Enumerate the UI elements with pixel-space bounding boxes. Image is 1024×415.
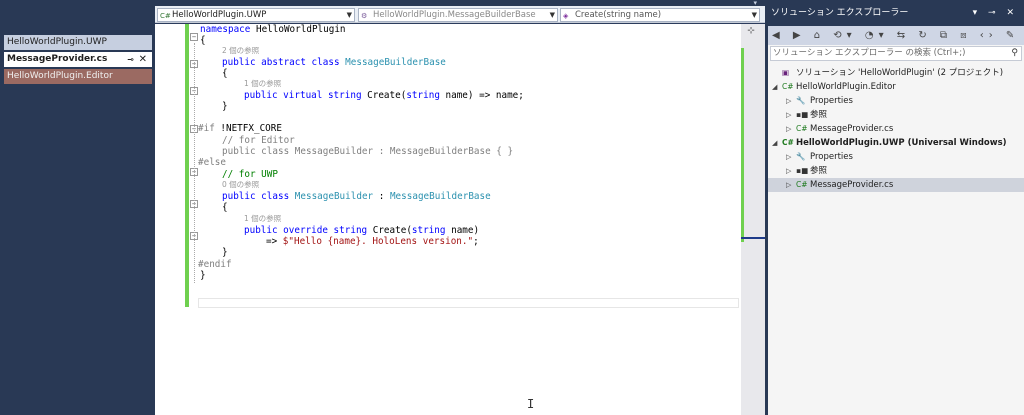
- change-tracking-bar: [185, 287, 189, 307]
- collapsed-arrow-icon[interactable]: ▷: [786, 108, 796, 122]
- csharp-file-icon: C#: [796, 124, 808, 133]
- tab-label: MessageProvider.cs: [7, 54, 108, 64]
- tree-item-project-uwp[interactable]: ◢ C# HelloWorldPlugin.UWP (Universal Windo…: [772, 136, 1022, 150]
- chevron-down-icon: ▼: [751, 11, 757, 19]
- code-line: }: [200, 270, 206, 281]
- type-dropdown[interactable]: ⚙ HelloWorldPlugin.MessageBuilderBase ▼: [358, 8, 558, 22]
- references-icon: ▪■: [796, 110, 809, 119]
- csharp-file-icon: C#: [796, 180, 808, 189]
- solution-explorer-title: ソリューション エクスプローラー ▾ ⊸ ✕: [768, 0, 1024, 26]
- tab-label: HelloWorldPlugin.UWP: [7, 37, 107, 47]
- splitter-icon[interactable]: ⊹: [744, 26, 758, 36]
- scrollbar-caret-marker: [741, 237, 765, 239]
- chevron-down-icon: ▼: [549, 11, 555, 19]
- project-dropdown-value: HelloWorldPlugin.UWP: [172, 10, 267, 20]
- tab-helloworldplugin-uwp[interactable]: HelloWorldPlugin.UWP: [4, 35, 152, 50]
- tree-item-references[interactable]: ▷ ▪■ 参照: [786, 108, 1022, 122]
- chevron-down-icon: ▼: [346, 11, 352, 19]
- collapsed-arrow-icon[interactable]: ▷: [786, 122, 796, 136]
- member-dropdown-value: Create(string name): [575, 10, 662, 20]
- project-dropdown[interactable]: C# HelloWorldPlugin.UWP ▼: [157, 8, 355, 22]
- code-line: public class MessageBuilder : MessageBui…: [222, 191, 491, 202]
- solution-explorer-toolbar[interactable]: ◀ ▶ ⌂ ⟲▾ ◔▾ ⇆ ↻ ⧉ ⧇ ‹› ✎: [768, 26, 1024, 45]
- tree-item-properties[interactable]: ▷ 🔧 Properties: [786, 150, 1022, 164]
- search-icon[interactable]: ⚲: [1011, 47, 1018, 60]
- collapse-icon[interactable]: −: [190, 33, 198, 41]
- code-line: namespace HelloWorldPlugin: [200, 24, 346, 35]
- current-line-highlight: [198, 298, 739, 308]
- member-dropdown[interactable]: ◈ Create(string name) ▼: [560, 8, 760, 22]
- code-line: public abstract class MessageBuilderBase: [222, 57, 446, 68]
- solution-explorer: ソリューション エクスプローラー ▾ ⊸ ✕ ◀ ▶ ⌂ ⟲▾ ◔▾ ⇆ ↻ ⧉…: [768, 0, 1024, 415]
- code-line: public virtual string Create(string name…: [244, 90, 524, 101]
- class-icon: ⚙: [361, 12, 368, 20]
- tree-item-references[interactable]: ▷ ▪■ 参照: [786, 164, 1022, 178]
- scrollbar-change-marker: [741, 229, 744, 242]
- solution-icon: ▣: [782, 68, 790, 77]
- pin-icon[interactable]: ⊸: [127, 52, 134, 67]
- navigation-bar: C# HelloWorldPlugin.UWP ▼ ⚙ HelloWorldPl…: [155, 6, 765, 23]
- tab-helloworldplugin-editor[interactable]: HelloWorldPlugin.Editor: [4, 69, 152, 84]
- tree-item-file-selected[interactable]: ▷ C# MessageProvider.cs: [768, 178, 1024, 192]
- expanded-arrow-icon[interactable]: ◢: [772, 136, 782, 150]
- references-icon: ▪■: [796, 166, 809, 175]
- tree-item-solution[interactable]: ▣ ソリューション 'HelloWorldPlugin' (2 プロジェクト): [772, 66, 1022, 80]
- close-icon[interactable]: ✕: [139, 52, 147, 67]
- code-line: public override string Create(string nam…: [244, 225, 480, 236]
- code-lens[interactable]: 1 個の参照: [200, 213, 281, 224]
- code-line: public class MessageBuilder : MessageBui…: [222, 146, 514, 157]
- code-line: }: [222, 101, 228, 112]
- solution-search-input[interactable]: ソリューション エクスプローラー の検索 (Ctrl+;) ⚲: [770, 46, 1022, 61]
- code-line: }: [222, 247, 228, 258]
- vertical-scrollbar[interactable]: ⊹: [741, 24, 765, 415]
- collapsed-arrow-icon[interactable]: ▷: [786, 164, 796, 178]
- collapsed-arrow-icon[interactable]: ▷: [786, 178, 796, 192]
- method-icon: ◈: [563, 12, 569, 20]
- code-lens[interactable]: 2 個の参照: [200, 45, 259, 56]
- tree-item-project-editor[interactable]: ◢ C# HelloWorldPlugin.Editor: [772, 80, 1022, 94]
- document-tab-well: HelloWorldPlugin.UWP MessageProvider.cs …: [0, 0, 155, 415]
- tab-messageprovider-cs[interactable]: MessageProvider.cs ⊸ ✕: [4, 52, 152, 67]
- tree-item-properties[interactable]: ▷ 🔧 Properties: [786, 94, 1022, 108]
- text-cursor-icon: I: [527, 397, 535, 411]
- csharp-project-icon: C#: [782, 82, 794, 91]
- window-buttons[interactable]: ▾ ⊸ ✕: [973, 0, 1018, 26]
- tab-label: HelloWorldPlugin.Editor: [7, 71, 113, 81]
- csharp-project-icon: C#: [160, 12, 171, 20]
- collapsed-arrow-icon[interactable]: ▷: [786, 150, 796, 164]
- expanded-arrow-icon[interactable]: ◢: [772, 80, 782, 94]
- code-line: #if !NETFX_CORE: [198, 123, 282, 134]
- code-line: #else: [198, 157, 226, 168]
- code-line: // for Editor: [222, 135, 295, 146]
- indent-guide: [194, 43, 195, 283]
- code-lens[interactable]: 1 個の参照: [200, 78, 281, 89]
- wrench-icon: 🔧: [796, 96, 806, 105]
- csharp-project-icon: C#: [782, 138, 794, 147]
- code-line: {: [222, 202, 228, 213]
- type-dropdown-value: HelloWorldPlugin.MessageBuilderBase: [373, 10, 536, 20]
- code-editor[interactable]: − − − − − − − namespace HelloWorldPlugin…: [155, 24, 741, 415]
- collapsed-arrow-icon[interactable]: ▷: [786, 94, 796, 108]
- code-line: #endif: [198, 259, 232, 270]
- scrollbar-change-marker: [741, 48, 744, 240]
- ide-window: HelloWorldPlugin.UWP MessageProvider.cs …: [0, 0, 1024, 415]
- change-tracking-bar: [185, 24, 189, 307]
- wrench-icon: 🔧: [796, 152, 806, 161]
- code-lens[interactable]: 0 個の参照: [200, 179, 259, 190]
- code-line: => $"Hello {name}. HoloLens version.";: [266, 236, 479, 247]
- tree-item-file[interactable]: ▷ C# MessageProvider.cs: [786, 122, 1022, 136]
